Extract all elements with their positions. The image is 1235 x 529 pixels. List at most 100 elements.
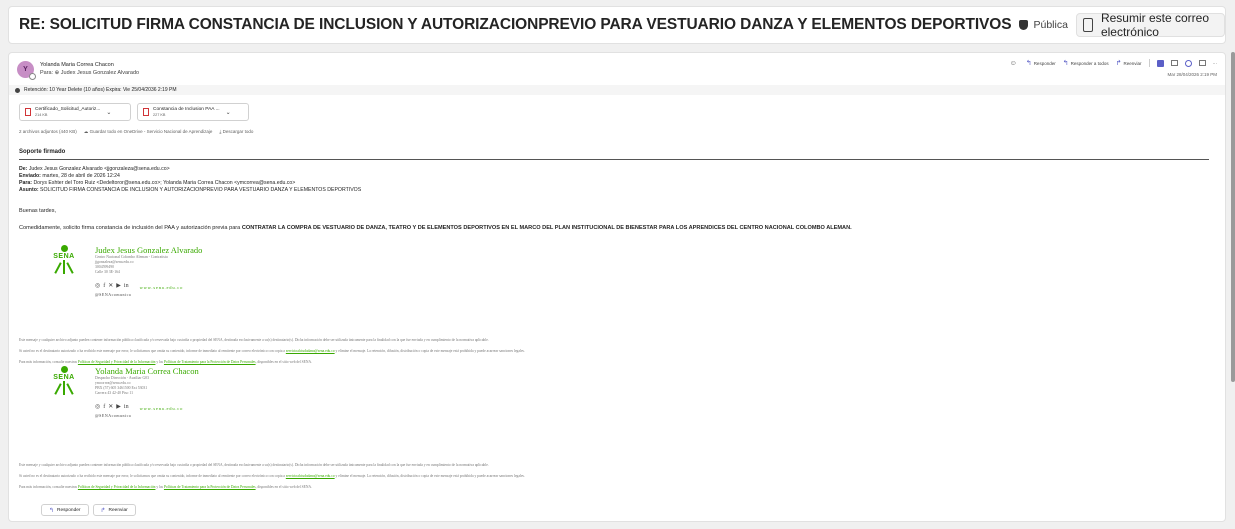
email-link[interactable]: servicioalciudadano@sena.edu.co xyxy=(286,349,335,353)
chevron-down-icon[interactable]: ⌄ xyxy=(226,109,231,116)
social-icons: ◎ f ✕ ▶ in www.sena.edu.co xyxy=(95,402,199,412)
security-policy-link[interactable]: Políticas de Seguridad y Privacidad de l… xyxy=(78,485,156,489)
save-onedrive-link[interactable]: ☁ Guardar todo en OneDrive - Servicio Na… xyxy=(84,129,213,135)
instagram-icon[interactable]: ◎ xyxy=(95,282,100,289)
apps-icon[interactable] xyxy=(1170,60,1178,66)
emoji-button[interactable]: ☺ xyxy=(1010,60,1019,67)
social-handle: @SENAcomunica xyxy=(95,413,132,418)
from-label: De: xyxy=(19,166,28,172)
subject-label: Asunto: xyxy=(19,187,39,193)
signature-address: Carrera 43 42-40 Piso 11 xyxy=(95,391,134,395)
youtube-icon[interactable]: ▶ xyxy=(116,403,121,410)
pdf-icon xyxy=(25,108,31,116)
divider xyxy=(19,159,1209,160)
instagram-icon[interactable]: ◎ xyxy=(95,403,100,410)
to-label: Para: xyxy=(19,180,32,186)
web-link[interactable]: www.sena.edu.co xyxy=(140,406,184,411)
more-options-icon[interactable]: ··· xyxy=(1213,61,1218,66)
message-actions: ☺ ↰ Responder ↰ Responder a todos ↱ Reenvia… xyxy=(1003,59,1217,67)
summarize-button[interactable]: Resumir este correo electrónico xyxy=(1075,11,1225,39)
email-subject: RE: SOLICITUD FIRMA CONSTANCIA DE INCLUS… xyxy=(19,16,1012,33)
twitter-icon[interactable]: ✕ xyxy=(108,403,113,410)
attachment-1[interactable]: Certificado_Solicitud_Autoriz... 214 KB ⌄ xyxy=(19,103,131,121)
summarize-label: Resumir este correo electrónico xyxy=(1100,11,1209,39)
retention-bar: Retención: 10 Year Delete (10 años) Expi… xyxy=(9,85,1225,95)
message-card: Y Yolanda Maria Correa Chacon Para: ⊕ Ju… xyxy=(8,52,1226,522)
avatar[interactable]: Y xyxy=(17,61,36,80)
forward-icon: ↱ xyxy=(100,507,106,514)
signature-2: SENA Yolanda Maria Correa Chacon Despach… xyxy=(47,366,199,418)
disclaimer-text: Para más información, consulte nuestras xyxy=(19,485,77,489)
attachment-size: 214 KB xyxy=(35,113,48,117)
disclaimer-text: Si usted no es el destinatario autorizad… xyxy=(19,474,285,478)
signature-address: Calle 30 3E-164 xyxy=(95,270,120,274)
teams-icon[interactable] xyxy=(1156,59,1164,67)
footer-forward-button[interactable]: ↱ Reenviar xyxy=(92,504,136,516)
shield-icon xyxy=(1019,20,1029,30)
linkedin-icon[interactable]: in xyxy=(124,283,129,289)
scrollbar[interactable] xyxy=(1231,52,1235,382)
facebook-icon[interactable]: f xyxy=(103,283,105,289)
reply-icon: ↰ xyxy=(1025,60,1032,67)
youtube-icon[interactable]: ▶ xyxy=(116,282,121,289)
sena-logo-text: SENA xyxy=(53,374,75,381)
linkedin-icon[interactable]: in xyxy=(124,404,129,410)
grid-icon[interactable] xyxy=(1198,60,1206,66)
disclaimer-text: , disponibles en el sitio web del SENA. xyxy=(255,360,312,364)
data-policy-link[interactable]: Políticas de Tratamiento para la Protecc… xyxy=(164,360,256,364)
footer-forward-label: Reenviar xyxy=(108,507,128,513)
disclaimer-paragraph: Para más información, consulte nuestras … xyxy=(19,485,312,489)
sender-name[interactable]: Yolanda Maria Correa Chacon xyxy=(40,61,139,69)
forward-button[interactable]: ↱ Reenviar xyxy=(1116,59,1142,67)
reply-button[interactable]: ↰ Responder xyxy=(1026,59,1056,67)
data-policy-link[interactable]: Políticas de Tratamiento para la Protecc… xyxy=(164,485,256,489)
body-paragraph: Comedidamente, solicito firma constancia… xyxy=(19,225,852,231)
twitter-icon[interactable]: ✕ xyxy=(108,282,113,289)
disclaimer-text: Para más información, consulte nuestras xyxy=(19,360,77,364)
smile-icon: ☺ xyxy=(1009,59,1017,67)
disclaimer-paragraph: Este mensaje y cualquier archivo adjunto… xyxy=(19,338,489,342)
disclaimer-text: y elimine el mensaje. La retención, difu… xyxy=(335,474,525,478)
to-line[interactable]: Para: ⊕ Judex Jesus Gonzalez Alvarado xyxy=(40,69,139,77)
disclaimer-text: , disponibles en el sitio web del SENA. xyxy=(255,485,312,489)
forward-icon: ↱ xyxy=(1115,60,1122,67)
footer-reply-label: Responder xyxy=(57,507,81,513)
body-intro: Comedidamente, solicito firma constancia… xyxy=(19,225,241,231)
download-all-link[interactable]: ⤓ Descargar todo xyxy=(219,129,253,135)
body-bold: CONTRATAR LA COMPRA DE VESTUARIO DE DANZ… xyxy=(241,225,852,231)
attachment-actions: 2 archivos adjuntos (440 KB) ☁ Guardar t… xyxy=(19,129,253,135)
soporte-text: Soporte firmado xyxy=(19,149,66,155)
chevron-down-icon[interactable]: ⌄ xyxy=(106,109,111,116)
avatar-initials: Y xyxy=(23,66,28,73)
greeting: Buenas tardes, xyxy=(19,208,56,214)
sena-logo-text: SENA xyxy=(53,253,75,260)
signature-1: SENA Judex Jesus Gonzalez Alvarado Centr… xyxy=(47,245,202,297)
disclaimer-paragraph: Para más información, consulte nuestras … xyxy=(19,360,312,364)
reply-icon: ↰ xyxy=(49,507,55,514)
sena-logo: SENA xyxy=(47,245,81,297)
attachment-size: 227 KB xyxy=(153,113,166,117)
sent-value: martes, 28 de abril de 2026 12:24 xyxy=(42,173,120,179)
reply-all-icon: ↰ xyxy=(1062,60,1069,67)
footer-reply-button[interactable]: ↰ Responder xyxy=(41,504,89,516)
subject-value: SOLICITUD FIRMA CONSTANCIA DE INCLUSION … xyxy=(40,187,362,193)
disclaimer-text: y elimine el mensaje. La retención, difu… xyxy=(335,349,525,353)
facebook-icon[interactable]: f xyxy=(103,404,105,410)
retention-text: Retención: 10 Year Delete (10 años) Expi… xyxy=(24,87,177,93)
reply-all-button[interactable]: ↰ Responder a todos xyxy=(1063,59,1109,67)
attachment-count: 2 archivos adjuntos (440 KB) xyxy=(19,129,77,134)
sensitivity-label-text: Pública xyxy=(1033,19,1068,31)
attachment-2[interactable]: Constancia de Inclusion PAA ... 227 KB ⌄ xyxy=(137,103,249,121)
web-link[interactable]: www.sena.edu.co xyxy=(140,285,184,290)
social-handle: @SENAcomunica xyxy=(95,292,132,297)
disclaimer-text: y las xyxy=(156,360,164,364)
social-icons: ◎ f ✕ ▶ in www.sena.edu.co xyxy=(95,281,202,291)
security-policy-link[interactable]: Políticas de Seguridad y Privacidad de l… xyxy=(78,360,156,364)
email-link[interactable]: servicioalciudadano@sena.edu.co xyxy=(286,474,335,478)
disclaimer-paragraph: Si usted no es el destinatario autorizad… xyxy=(19,349,525,353)
save-onedrive-label: Guardar todo en OneDrive - Servicio Naci… xyxy=(89,129,213,134)
signature-name: Yolanda Maria Correa Chacon xyxy=(95,366,199,376)
copilot-icon[interactable] xyxy=(1184,59,1192,67)
message-date: Mar 28/04/2026 2:19 PM xyxy=(1167,72,1217,77)
sensitivity-label[interactable]: Pública xyxy=(1019,19,1068,31)
